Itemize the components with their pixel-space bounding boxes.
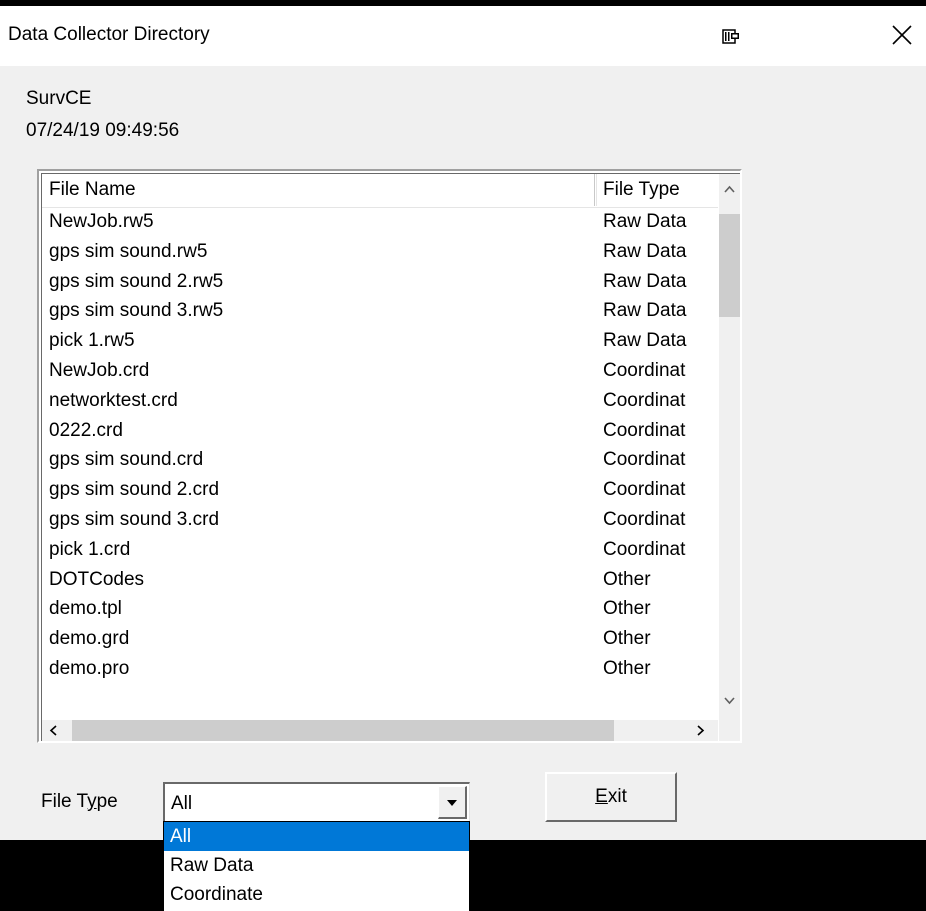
dropdown-arrow-icon[interactable] xyxy=(438,786,467,819)
column-header-file-type[interactable]: File Type xyxy=(597,174,727,206)
file-name-cell: DOTCodes xyxy=(49,568,145,590)
scroll-right-icon[interactable] xyxy=(690,720,710,741)
file-type-dropdown-list[interactable]: All Raw Data Coordinate xyxy=(163,821,470,911)
list-item[interactable]: DOTCodes Other xyxy=(42,565,718,595)
file-name-cell: gps sim sound 2.crd xyxy=(49,479,220,501)
list-item[interactable]: networktest.crd Coordinat xyxy=(42,386,718,416)
file-list[interactable]: File Name File Type NewJob.rw5 Raw Data gp… xyxy=(37,169,742,743)
file-name-cell: gps sim sound 3.rw5 xyxy=(49,300,224,322)
file-type-cell: Coordinat xyxy=(603,389,686,411)
file-type-cell: Raw Data xyxy=(603,240,687,262)
file-type-cell: Coordinat xyxy=(603,360,686,381)
file-name-cell: NewJob.crd xyxy=(49,360,150,381)
file-type-cell: Raw Data xyxy=(603,211,687,232)
dropdown-option[interactable]: Coordinate xyxy=(164,880,469,909)
scrollbar-corner xyxy=(719,720,740,741)
dialog-window: Data Collector Directory SurvCE 07/24/19… xyxy=(0,0,926,840)
file-type-cell: Raw Data xyxy=(603,300,687,322)
list-item[interactable]: pick 1.rw5 Raw Data xyxy=(42,326,718,356)
list-item[interactable]: 0222.crd Coordinat xyxy=(42,416,718,446)
list-item[interactable]: demo.pro Other xyxy=(42,654,718,684)
vertical-scroll-thumb[interactable] xyxy=(719,214,740,317)
list-item[interactable]: gps sim sound.rw5 Raw Data xyxy=(42,237,718,267)
file-type-cell: Raw Data xyxy=(603,330,687,352)
file-type-selected-value: All xyxy=(171,793,193,814)
file-type-cell: Other xyxy=(603,628,651,650)
pin-icon[interactable] xyxy=(722,28,740,46)
file-name-cell: pick 1.rw5 xyxy=(49,330,135,352)
list-item[interactable]: NewJob.rw5 Raw Data xyxy=(42,207,718,237)
list-item[interactable]: gps sim sound 3.crd Coordinat xyxy=(42,505,718,535)
file-type-cell: Other xyxy=(603,658,651,679)
app-name: SurvCE xyxy=(26,88,92,109)
file-type-cell: Coordinat xyxy=(603,449,686,471)
list-item[interactable]: pick 1.crd Coordinat xyxy=(42,535,718,565)
scroll-down-icon[interactable] xyxy=(719,686,740,716)
file-type-label: File Type xyxy=(41,791,118,812)
file-name-cell: gps sim sound 2.rw5 xyxy=(49,270,224,292)
file-name-cell: demo.tpl xyxy=(49,598,122,620)
file-type-cell: Coordinat xyxy=(603,509,686,530)
file-name-cell: NewJob.rw5 xyxy=(49,211,154,232)
dropdown-option[interactable]: All xyxy=(164,822,469,851)
list-rows: NewJob.rw5 Raw Data gps sim sound.rw5 Raw D… xyxy=(42,207,718,714)
list-item[interactable]: demo.tpl Other xyxy=(42,594,718,624)
close-icon[interactable] xyxy=(889,22,915,48)
file-name-cell: gps sim sound 3.crd xyxy=(49,509,220,530)
horizontal-scroll-thumb[interactable] xyxy=(72,720,614,741)
list-item[interactable]: NewJob.crd Coordinat xyxy=(42,356,718,386)
dropdown-option[interactable]: Raw Data xyxy=(164,851,469,880)
file-type-cell: Raw Data xyxy=(603,270,687,292)
file-type-cell: Other xyxy=(603,598,651,620)
list-item[interactable]: gps sim sound 3.rw5 Raw Data xyxy=(42,296,718,326)
file-name-cell: pick 1.crd xyxy=(49,538,131,560)
file-name-cell: demo.pro xyxy=(49,658,130,679)
window-title: Data Collector Directory xyxy=(8,24,210,45)
file-type-select[interactable]: All xyxy=(163,782,470,822)
title-bar: Data Collector Directory xyxy=(0,6,926,66)
file-type-cell: Coordinat xyxy=(603,538,686,560)
column-header-file-name[interactable]: File Name xyxy=(42,174,597,206)
file-name-cell: 0222.crd xyxy=(49,419,123,441)
file-type-cell: Other xyxy=(603,568,651,590)
exit-button[interactable]: Exit xyxy=(545,772,677,822)
horizontal-scrollbar[interactable] xyxy=(42,720,718,741)
list-header: File Name File Type xyxy=(42,174,718,208)
file-name-cell: demo.grd xyxy=(49,628,130,650)
file-type-cell: Coordinat xyxy=(603,419,686,441)
vertical-scrollbar[interactable] xyxy=(719,174,740,720)
file-name-cell: gps sim sound.rw5 xyxy=(49,240,208,262)
file-name-cell: networktest.crd xyxy=(49,389,178,411)
list-item[interactable]: gps sim sound 2.crd Coordinat xyxy=(42,475,718,505)
timestamp: 07/24/19 09:49:56 xyxy=(26,120,180,141)
scroll-up-icon[interactable] xyxy=(719,174,740,204)
list-item[interactable]: gps sim sound 2.rw5 Raw Data xyxy=(42,267,718,297)
list-item[interactable]: gps sim sound.crd Coordinat xyxy=(42,445,718,475)
file-type-cell: Coordinat xyxy=(603,479,686,501)
file-name-cell: gps sim sound.crd xyxy=(49,449,204,471)
list-item[interactable]: demo.grd Other xyxy=(42,624,718,654)
scroll-left-icon[interactable] xyxy=(44,720,64,741)
